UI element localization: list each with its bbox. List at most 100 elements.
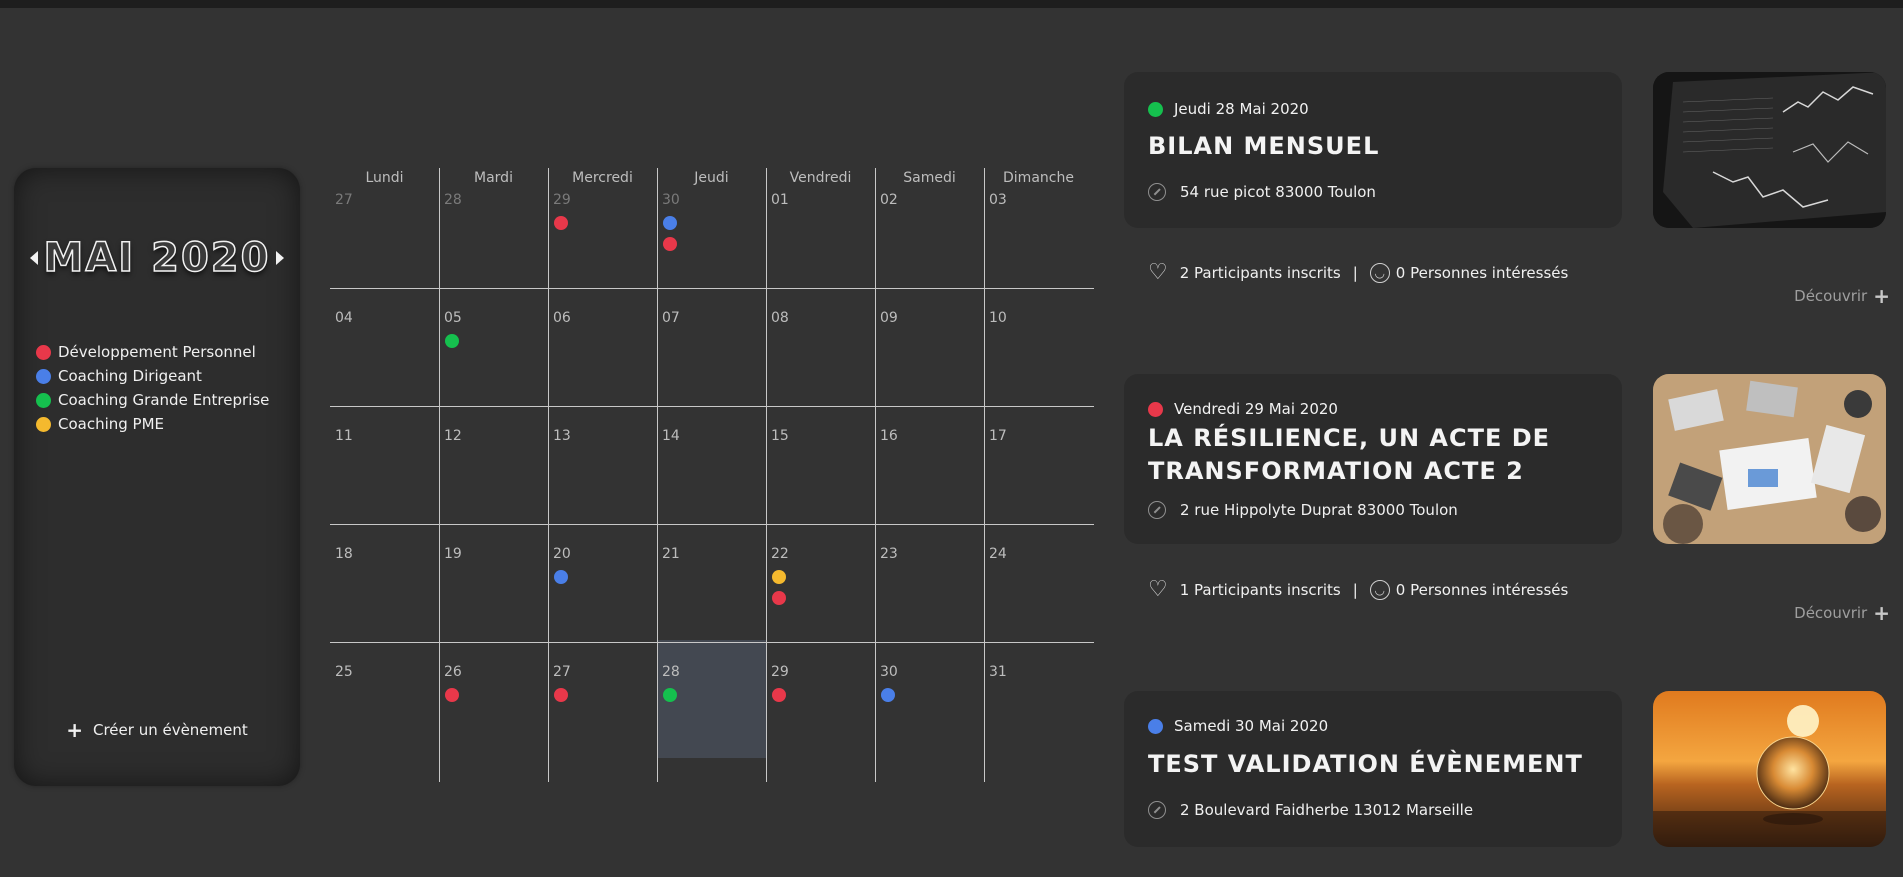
day-number: 08: [771, 310, 789, 326]
calendar-day-cell[interactable]: 12: [439, 404, 548, 522]
calendar-day-cell[interactable]: 19: [439, 522, 548, 640]
calendar-day-cell[interactable]: 16: [875, 404, 984, 522]
calendar-day-cell[interactable]: 09: [875, 286, 984, 404]
create-event-button[interactable]: + Créer un évènement: [14, 718, 300, 742]
event-date: Samedi 30 Mai 2020: [1148, 717, 1328, 735]
calendar-day-cell[interactable]: 07: [657, 286, 766, 404]
event-dot-icon[interactable]: [663, 216, 677, 230]
day-event-dots: [554, 688, 568, 702]
day-number: 12: [444, 428, 462, 444]
discover-button[interactable]: Découvrir +: [1710, 286, 1890, 306]
meeting-table-photo-icon: [1653, 374, 1886, 544]
legend-label: Coaching Dirigeant: [58, 367, 202, 385]
calendar-day-cell[interactable]: 18: [330, 522, 439, 640]
event-dot-icon[interactable]: [772, 688, 786, 702]
day-number: 22: [771, 546, 789, 562]
prev-month-arrow-icon[interactable]: [29, 251, 38, 265]
event-dot-icon[interactable]: [881, 688, 895, 702]
event-card[interactable]: Vendredi 29 Mai 2020 LA RÉSILIENCE, UN A…: [1124, 374, 1622, 544]
calendar-day-cell[interactable]: 08: [766, 286, 875, 404]
calendar-day-cell[interactable]: 20: [548, 522, 657, 640]
day-number: 09: [880, 310, 898, 326]
heart-icon[interactable]: ♡: [1148, 262, 1168, 284]
legend-item-coaching-dirigeant: Coaching Dirigeant: [36, 364, 269, 388]
legend-dot-icon: [36, 392, 51, 408]
calendar-day-cell[interactable]: 10: [984, 286, 1093, 404]
plus-icon: +: [1873, 601, 1890, 625]
legend-label: Développement Personnel: [58, 343, 256, 361]
day-event-dots: [554, 570, 568, 584]
next-month-arrow-icon[interactable]: [276, 251, 285, 265]
calendar-day-cell[interactable]: 05: [439, 286, 548, 404]
day-number: 04: [335, 310, 353, 326]
day-event-dots: [772, 688, 786, 702]
interested-count: 0 Personnes intéressés: [1395, 264, 1569, 282]
day-number: 25: [335, 664, 353, 680]
location-icon: [1148, 801, 1166, 819]
event-thumbnail[interactable]: [1653, 374, 1886, 544]
day-number: 21: [662, 546, 680, 562]
event-title: BILAN MENSUEL: [1148, 132, 1380, 160]
calendar-day-cell[interactable]: 15: [766, 404, 875, 522]
calendar-day-cell[interactable]: 28: [439, 168, 548, 286]
smile-icon[interactable]: ◡: [1369, 263, 1390, 283]
day-number: 16: [880, 428, 898, 444]
day-number: 27: [335, 192, 353, 208]
calendar-day-cell[interactable]: 24: [984, 522, 1093, 640]
calendar-day-cell[interactable]: 13: [548, 404, 657, 522]
event-dot-icon[interactable]: [554, 570, 568, 584]
event-dot-icon[interactable]: [772, 570, 786, 584]
calendar-day-cell[interactable]: 17: [984, 404, 1093, 522]
calendar-day-cell[interactable]: 04: [330, 286, 439, 404]
calendar-day-cell[interactable]: 02: [875, 168, 984, 286]
calendar-day-cell[interactable]: 03: [984, 168, 1093, 286]
calendar-day-cell[interactable]: 29: [548, 168, 657, 286]
event-dot-icon[interactable]: [445, 334, 459, 348]
event-card[interactable]: Jeudi 28 Mai 2020 BILAN MENSUEL 54 rue p…: [1124, 72, 1622, 228]
event-thumbnail[interactable]: [1653, 691, 1886, 847]
day-number: 26: [444, 664, 462, 680]
discover-button[interactable]: Découvrir +: [1710, 603, 1890, 623]
event-category-dot-icon: [1148, 718, 1163, 734]
event-thumbnail[interactable]: [1653, 72, 1886, 228]
calendar-day-cell[interactable]: 06: [548, 286, 657, 404]
event-card[interactable]: Samedi 30 Mai 2020 TEST VALIDATION ÉVÈNE…: [1124, 691, 1622, 847]
calendar-sidebar: MAI 2020 Développement Personnel Coachin…: [14, 168, 300, 786]
smile-icon[interactable]: ◡: [1369, 580, 1390, 600]
calendar-day-cell[interactable]: 23: [875, 522, 984, 640]
calendar-day-cell[interactable]: 27: [548, 640, 657, 758]
event-dot-icon[interactable]: [445, 688, 459, 702]
calendar-day-cell[interactable]: 27: [330, 168, 439, 286]
day-number: 18: [335, 546, 353, 562]
day-event-dots: [663, 216, 677, 251]
calendar-day-cell[interactable]: 26: [439, 640, 548, 758]
top-bar: [0, 0, 1903, 8]
legend-label: Coaching PME: [58, 415, 165, 433]
calendar-day-cell[interactable]: 31: [984, 640, 1093, 758]
event-dot-icon[interactable]: [663, 688, 677, 702]
day-event-dots: [772, 570, 786, 605]
calendar-day-cell[interactable]: 11: [330, 404, 439, 522]
day-number: 19: [444, 546, 462, 562]
calendar-day-cell[interactable]: 29: [766, 640, 875, 758]
calendar-day-cell[interactable]: 25: [330, 640, 439, 758]
calendar-day-cell[interactable]: 22: [766, 522, 875, 640]
calendar-day-cell[interactable]: 01: [766, 168, 875, 286]
event-dot-icon[interactable]: [554, 216, 568, 230]
create-event-label: Créer un évènement: [92, 721, 248, 739]
calendar-day-cell-today[interactable]: 28: [657, 640, 766, 758]
calendar-day-cell[interactable]: 21: [657, 522, 766, 640]
calendar-day-cell[interactable]: 14: [657, 404, 766, 522]
grid-row-line: [330, 524, 1094, 525]
event-dot-icon[interactable]: [772, 591, 786, 605]
day-number: 11: [335, 428, 353, 444]
day-number: 28: [662, 664, 680, 680]
calendar-day-cell[interactable]: 30: [657, 168, 766, 286]
stats-separator: |: [1352, 264, 1358, 282]
event-dot-icon[interactable]: [663, 237, 677, 251]
calendar-day-cell[interactable]: 30: [875, 640, 984, 758]
heart-icon[interactable]: ♡: [1148, 579, 1168, 601]
day-event-dots: [554, 216, 568, 230]
event-dot-icon[interactable]: [554, 688, 568, 702]
day-number: 27: [553, 664, 571, 680]
